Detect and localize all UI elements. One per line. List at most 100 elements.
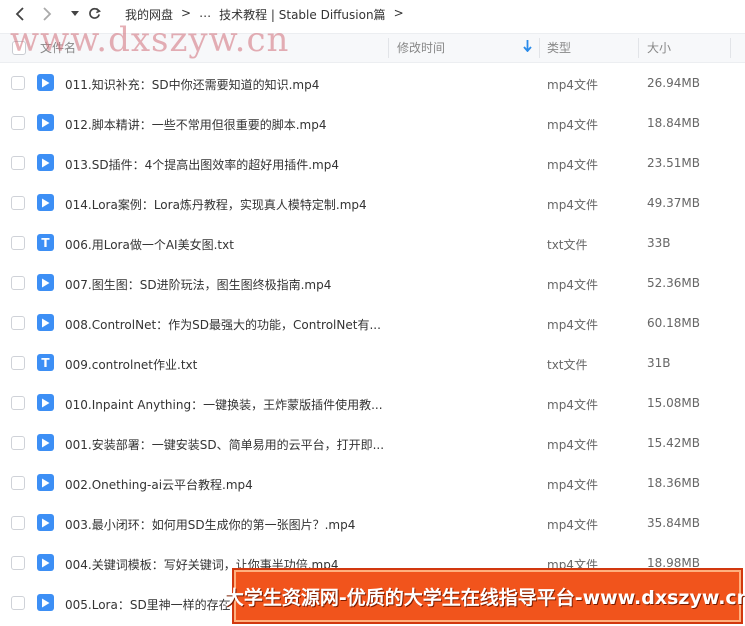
breadcrumb-separator[interactable]: > [394,6,404,23]
file-row-checkbox[interactable] [11,116,25,130]
file-size: 31B [647,356,671,370]
breadcrumb: 我的网盘 > … 技术教程 | Stable Diffusion篇 > [125,6,404,23]
file-row[interactable]: 007.图生图：SD进阶玩法，图生图终极指南.mp4 mp4文件 52.36MB [0,263,745,303]
file-name[interactable]: 002.Onething-ai云平台教程.mp4 [65,476,253,493]
file-name[interactable]: 014.Lora案例：Lora炼丹教程，实现真人模特定制.mp4 [65,196,367,213]
column-modified[interactable]: 修改时间 [397,34,445,62]
file-row-checkbox[interactable] [11,156,25,170]
file-row[interactable]: 008.ControlNet：作为SD最强大的功能，ControlNet有...… [0,303,745,343]
file-name[interactable]: 006.用Lora做一个AI美女图.txt [65,236,234,253]
file-row-checkbox[interactable] [11,276,25,290]
file-size: 52.36MB [647,276,700,290]
column-type[interactable]: 类型 [547,34,571,62]
file-row-checkbox[interactable] [11,76,25,90]
file-row[interactable]: 001.安装部署：一键安装SD、简单易用的云平台，打开即... mp4文件 15.4… [0,423,745,463]
file-row-checkbox[interactable] [11,436,25,450]
column-divider[interactable] [638,38,639,58]
chevron-right-icon[interactable] [38,5,56,23]
file-row-checkbox[interactable] [11,596,25,610]
file-size: 18.98MB [647,556,700,570]
breadcrumb-item-current: 技术教程 | Stable Diffusion篇 [219,8,386,22]
file-type: mp4文件 [547,118,598,132]
file-name[interactable]: 007.图生图：SD进阶玩法，图生图终极指南.mp4 [65,276,331,293]
video-file-icon [37,394,54,411]
column-divider[interactable] [539,38,540,58]
file-size: 33B [647,236,671,250]
file-row-checkbox[interactable] [11,516,25,530]
file-type: mp4文件 [547,518,598,532]
column-header: 文件名 修改时间 类型 大小 [0,33,745,63]
ad-banner[interactable]: 大学生资源网-优质的大学生在线指导平台-www.dxszyw.cn [225,570,745,622]
file-row-checkbox[interactable] [11,476,25,490]
file-row[interactable]: 013.SD插件：4个提高出图效率的超好用插件.mp4 mp4文件 23.51MB [0,143,745,183]
file-row[interactable]: T 006.用Lora做一个AI美女图.txt txt文件 33B [0,223,745,263]
file-type: mp4文件 [547,318,598,332]
file-name[interactable]: 013.SD插件：4个提高出图效率的超好用插件.mp4 [65,156,339,173]
file-name[interactable]: 009.controlnet作业.txt [65,356,197,373]
refresh-icon[interactable] [85,4,103,22]
file-type: mp4文件 [547,158,598,172]
file-name[interactable]: 011.知识补充：SD中你还需要知道的知识.mp4 [65,76,319,93]
file-name[interactable]: 005.Lora：SD里神一样的存在， [65,596,243,613]
file-size: 35.84MB [647,516,700,530]
video-file-icon [37,594,54,611]
file-row-checkbox[interactable] [11,396,25,410]
breadcrumb-ellipsis[interactable]: … [199,6,211,23]
file-row[interactable]: 003.最小闭环：如何用SD生成你的第一张图片？.mp4 mp4文件 35.84MB [0,503,745,543]
file-size: 18.84MB [647,116,700,130]
select-all-checkbox[interactable] [12,41,26,55]
video-file-icon [37,554,54,571]
breadcrumb-item-home[interactable]: 我的网盘 [125,6,173,23]
column-divider[interactable] [730,38,731,58]
file-type: txt文件 [547,238,588,252]
file-row-checkbox[interactable] [11,556,25,570]
file-name[interactable]: 008.ControlNet：作为SD最强大的功能，ControlNet有... [65,316,381,333]
column-size[interactable]: 大小 [647,34,671,62]
video-file-icon [37,274,54,291]
file-name[interactable]: 010.Inpaint Anything：一键换装，王炸蒙版插件使用教... [65,396,383,413]
video-file-icon [37,154,54,171]
video-file-icon [37,74,54,91]
file-row[interactable]: 014.Lora案例：Lora炼丹教程，实现真人模特定制.mp4 mp4文件 49.… [0,183,745,223]
video-file-icon [37,114,54,131]
file-name[interactable]: 012.脚本精讲：一些不常用但很重要的脚本.mp4 [65,116,326,133]
file-type: mp4文件 [547,278,598,292]
file-type: mp4文件 [547,398,598,412]
file-size: 23.51MB [647,156,700,170]
file-row[interactable]: 011.知识补充：SD中你还需要知道的知识.mp4 mp4文件 26.94MB [0,63,745,103]
file-row[interactable]: 010.Inpaint Anything：一键换装，王炸蒙版插件使用教... mp… [0,383,745,423]
file-row[interactable]: 002.Onething-ai云平台教程.mp4 mp4文件 18.36MB [0,463,745,503]
file-row-checkbox[interactable] [11,356,25,370]
file-size: 15.42MB [647,436,700,450]
file-row-checkbox[interactable] [11,196,25,210]
file-type: mp4文件 [547,438,598,452]
file-list: 011.知识补充：SD中你还需要知道的知识.mp4 mp4文件 26.94MB 012… [0,63,745,623]
file-type: mp4文件 [547,78,598,92]
video-file-icon [37,514,54,531]
chevron-left-icon[interactable] [11,5,29,23]
file-size: 15.08MB [647,396,700,410]
sort-down-arrow-icon[interactable] [523,40,532,55]
video-file-icon [37,194,54,211]
file-row-checkbox[interactable] [11,316,25,330]
toolbar: 我的网盘 > … 技术教程 | Stable Diffusion篇 > [0,0,745,28]
column-name[interactable]: 文件名 [40,34,76,62]
file-size: 60.18MB [647,316,700,330]
column-divider[interactable] [388,38,389,58]
breadcrumb-separator: > [181,6,192,20]
file-type: txt文件 [547,358,588,372]
file-size: 18.36MB [647,476,700,490]
video-file-icon [37,474,54,491]
file-name[interactable]: 001.安装部署：一键安装SD、简单易用的云平台，打开即... [65,436,384,453]
caret-down-icon[interactable] [66,5,84,23]
file-row[interactable]: 012.脚本精讲：一些不常用但很重要的脚本.mp4 mp4文件 18.84MB [0,103,745,143]
file-name[interactable]: 003.最小闭环：如何用SD生成你的第一张图片？.mp4 [65,516,355,533]
file-row[interactable]: T 009.controlnet作业.txt txt文件 31B [0,343,745,383]
file-row-checkbox[interactable] [11,236,25,250]
text-file-icon: T [37,234,54,251]
file-size: 26.94MB [647,76,700,90]
video-file-icon [37,314,54,331]
file-type: mp4文件 [547,478,598,492]
video-file-icon [37,434,54,451]
text-file-icon: T [37,354,54,371]
